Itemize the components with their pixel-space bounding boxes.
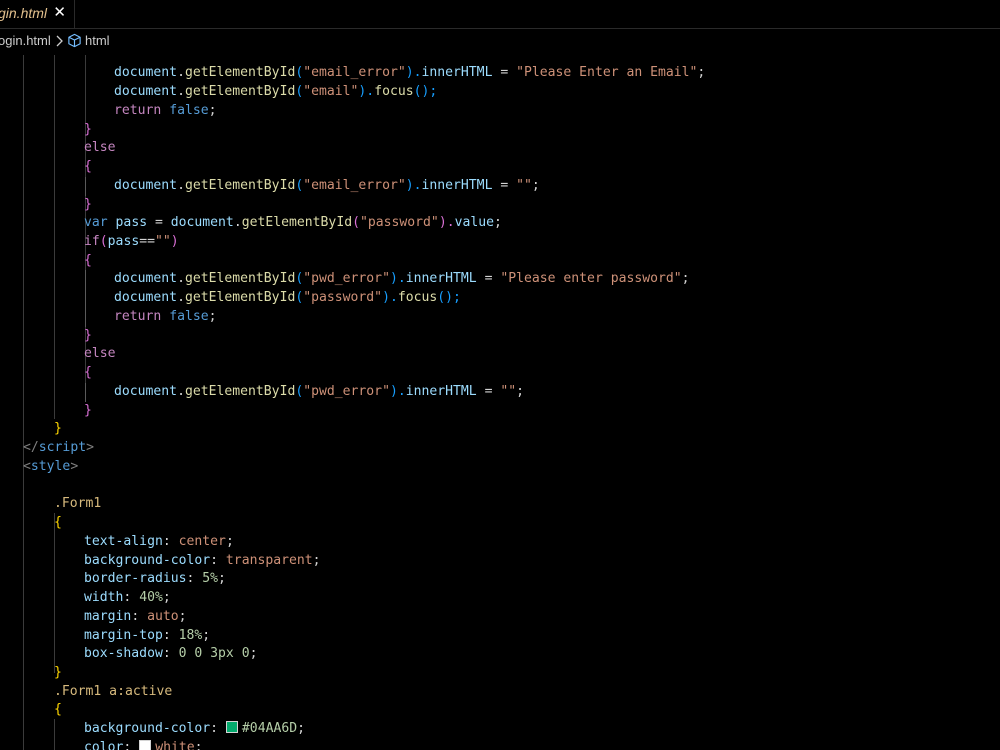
indent-guide [85, 383, 86, 402]
code-line: .Form1 [54, 496, 102, 511]
close-icon[interactable]: ✕ [53, 3, 66, 21]
code-line: } [84, 328, 92, 343]
code-line: .Form1 a:active [54, 684, 173, 699]
code-line: document.getElementById("pwd_error").inn… [114, 271, 690, 286]
code-line: box-shadow: 0 0 3px 0; [84, 646, 258, 661]
code-line: var pass = document.getElementById("pass… [84, 215, 502, 230]
code-line: background-color: #04AA6D; [84, 721, 305, 736]
editor-tab-bar: gin.html ✕ [0, 0, 1000, 29]
code-line: document.getElementById("password").focu… [114, 290, 461, 305]
breadcrumb-symbol[interactable]: html [85, 33, 110, 48]
code-line: { [54, 702, 62, 717]
code-line: else [84, 346, 116, 361]
code-line: margin: auto; [84, 609, 187, 624]
breadcrumb-file[interactable]: ogin.html [0, 33, 51, 48]
code-line: background-color: transparent; [84, 553, 321, 568]
code-line: { [84, 159, 92, 174]
code-line: { [84, 253, 92, 268]
indent-guide [54, 719, 55, 750]
code-line: text-align: center; [84, 534, 234, 549]
code-line: return false; [114, 103, 217, 118]
code-line: } [84, 122, 92, 137]
code-line: document.getElementById("email_error").i… [114, 178, 540, 193]
html-element-cube-icon [68, 33, 81, 48]
indent-guide [54, 55, 55, 419]
code-line: border-radius: 5%; [84, 571, 226, 586]
tab-login-html[interactable]: gin.html ✕ [0, 0, 75, 28]
code-line: </script> [23, 440, 94, 455]
color-swatch-icon[interactable] [139, 740, 152, 750]
code-line: } [54, 665, 62, 680]
code-line: } [84, 197, 92, 212]
code-line: else [84, 140, 116, 155]
code-line: margin-top: 18%; [84, 628, 211, 643]
code-line: } [84, 403, 92, 418]
code-line: } [54, 421, 62, 436]
code-line: { [84, 365, 92, 380]
tab-label: gin.html [0, 5, 48, 21]
code-line: color: white; [84, 740, 203, 750]
indent-guide [85, 270, 86, 327]
code-line: document.getElementById("email").focus()… [114, 84, 438, 99]
code-editor[interactable]: document.getElementById("email_error").i… [0, 55, 1000, 750]
code-line: return false; [114, 309, 217, 324]
code-line: <style> [23, 459, 79, 474]
color-swatch-icon[interactable] [225, 721, 238, 733]
breadcrumb: ogin.html html [0, 31, 1000, 51]
indent-guide [23, 55, 24, 750]
code-line: if(pass=="") [84, 234, 179, 249]
indent-guide [85, 177, 86, 196]
code-line: document.getElementById("email_error").i… [114, 65, 706, 80]
code-line: document.getElementById("pwd_error").inn… [114, 384, 525, 399]
chevron-right-icon [56, 35, 63, 47]
code-line: width: 40%; [84, 590, 171, 605]
code-line: { [54, 515, 62, 530]
indent-guide [54, 513, 55, 673]
